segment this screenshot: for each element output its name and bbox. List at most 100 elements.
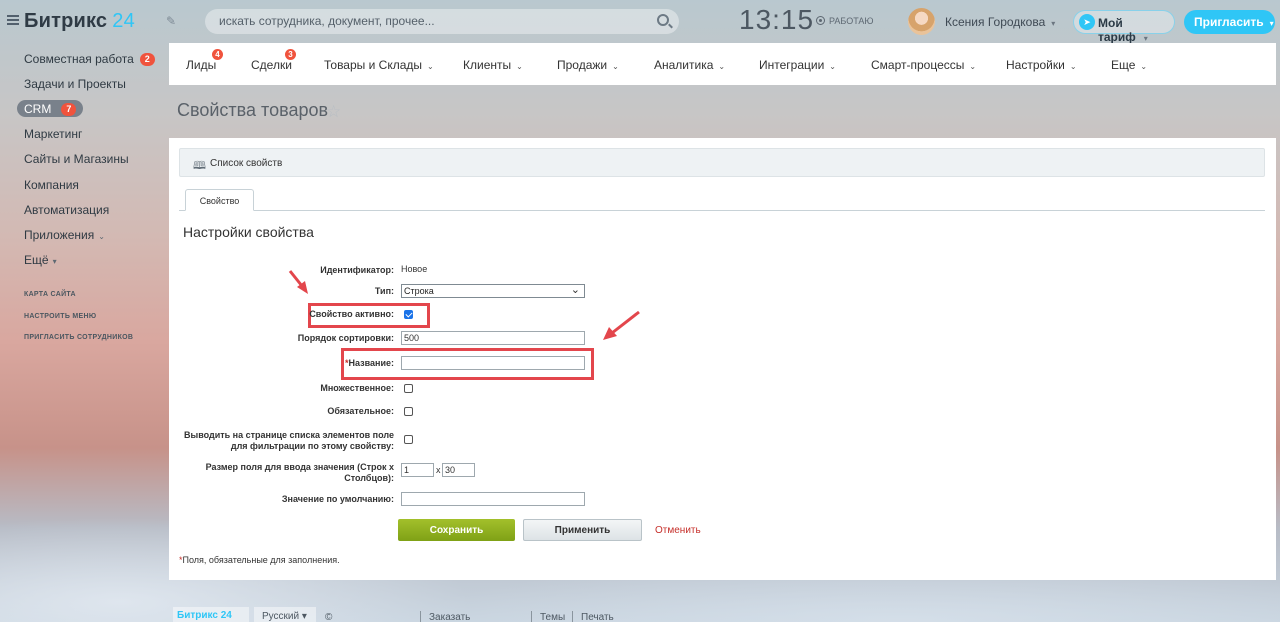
- type-label: Тип:: [374, 286, 394, 296]
- tab-integrations[interactable]: Интеграции ⌄: [759, 58, 836, 72]
- chevron-down-icon: ⌄: [1069, 62, 1077, 71]
- filter-label: Выводить на странице списка элементов по…: [184, 430, 394, 451]
- chevron-down-icon: ⌄: [612, 62, 619, 71]
- chevron-down-icon: ⌄: [570, 284, 580, 296]
- divider: [420, 611, 421, 622]
- chevron-down-icon: ⌄: [516, 62, 523, 71]
- sidebar-item-sites[interactable]: Сайты и Магазины: [24, 152, 129, 166]
- top-header: Битрикс24 ✎ 13:15 РАБОТАЮ Ксения Городко…: [0, 0, 1280, 44]
- sidebar-item-automation[interactable]: Автоматизация: [24, 203, 109, 217]
- chevron-down-icon: ▾: [1143, 34, 1148, 43]
- copyright: © «Битрикс», 2022: [325, 612, 333, 622]
- tab-sales[interactable]: Продажи ⌄: [557, 58, 619, 72]
- chevron-down-icon: ▾: [301, 611, 307, 622]
- property-list-link[interactable]: Список свойств: [210, 158, 282, 169]
- type-select[interactable]: Строка ⌄: [401, 284, 585, 298]
- rocket-icon: ➤: [1079, 14, 1095, 30]
- sort-input[interactable]: 500: [401, 331, 585, 345]
- name-input[interactable]: [401, 356, 585, 370]
- chevron-down-icon: ⌄: [969, 62, 977, 71]
- invite-button[interactable]: Пригласить ▾: [1184, 10, 1275, 34]
- sidebar-item-crm[interactable]: CRM 7: [17, 100, 84, 117]
- apply-button[interactable]: Применить: [523, 519, 642, 541]
- avatar[interactable]: [908, 8, 935, 35]
- chevron-down-icon: ▾: [52, 257, 57, 266]
- tab-leads[interactable]: Лиды 4: [186, 49, 223, 72]
- tab-property[interactable]: Свойство: [185, 189, 254, 211]
- pencil-icon[interactable]: ✎: [166, 14, 176, 28]
- search-box[interactable]: [205, 9, 679, 34]
- save-button[interactable]: Сохранить: [398, 519, 515, 541]
- clock[interactable]: 13:15: [739, 4, 814, 36]
- sidebar-item-more[interactable]: Ещё ▾: [24, 253, 57, 267]
- size-label: Размер поля для ввода значения (Строк хС…: [205, 462, 394, 483]
- tab-strip: [179, 210, 1265, 211]
- counter-badge: 7: [61, 103, 77, 116]
- footer-link-print[interactable]: Печать: [581, 612, 614, 622]
- book-icon: 🕮: [193, 160, 206, 172]
- tab-settings[interactable]: Настройки ⌄: [1006, 58, 1077, 72]
- page-title: Свойства товаров: [177, 100, 329, 120]
- active-label: Свойство активно:: [309, 309, 394, 319]
- default-value-input[interactable]: [401, 492, 585, 506]
- counter-badge: 4: [212, 49, 223, 60]
- required-note: *Поля, обязательные для заполнения.: [179, 555, 340, 565]
- chevron-down-icon: ⌄: [718, 62, 726, 71]
- chevron-down-icon: ⌄: [829, 62, 836, 71]
- sidebar-item-marketing[interactable]: Маркетинг: [24, 127, 82, 141]
- sidebar-item-company[interactable]: Компания: [24, 178, 79, 192]
- tab-deals[interactable]: Сделки 3: [251, 49, 296, 72]
- chevron-down-icon: ⌄: [427, 62, 434, 71]
- identifier-value: Новое: [401, 264, 428, 274]
- tab-more[interactable]: Еще ⌄: [1111, 58, 1147, 72]
- language-select[interactable]: Русский ▾: [254, 607, 316, 622]
- filter-checkbox[interactable]: [404, 435, 413, 444]
- rows-input[interactable]: 1: [401, 463, 434, 477]
- name-label: *Название:: [345, 358, 394, 368]
- chevron-down-icon: ⌄: [1140, 62, 1148, 71]
- menu-icon[interactable]: [7, 15, 19, 25]
- context-toolbar: 🕮 Список свойств: [179, 148, 1265, 177]
- work-status[interactable]: РАБОТАЮ: [816, 15, 874, 26]
- search-input[interactable]: [219, 14, 639, 28]
- counter-badge: 2: [139, 53, 155, 66]
- sidebar-item-tasks[interactable]: Задачи и Проекты: [24, 77, 126, 91]
- logo[interactable]: Битрикс 24: [24, 10, 135, 33]
- tariff-button[interactable]: ➤ Мой тариф ▾: [1073, 10, 1175, 44]
- configure-menu-link[interactable]: НАСТРОИТЬ МЕНЮ: [24, 313, 96, 320]
- divider: [531, 611, 532, 622]
- active-checkbox[interactable]: [404, 310, 413, 319]
- sidebar-item-apps[interactable]: Приложения ⌄: [24, 228, 105, 242]
- tab-smart-processes[interactable]: Смарт-процессы ⌄: [871, 58, 976, 72]
- required-checkbox[interactable]: [404, 407, 413, 416]
- tab-products[interactable]: Товары и Склады ⌄: [324, 58, 434, 72]
- required-label: Обязательное:: [327, 406, 394, 416]
- tab-analytics[interactable]: Аналитика ⌄: [654, 58, 725, 72]
- chevron-down-icon: ▾: [1269, 19, 1274, 28]
- chevron-down-icon: ⌄: [98, 232, 105, 241]
- crm-menu: Лиды 4 Сделки 3 Товары и Склады ⌄ Клиенты ⌄ …: [169, 43, 1276, 85]
- tab-clients[interactable]: Клиенты ⌄: [463, 58, 523, 72]
- search-icon[interactable]: [657, 14, 669, 26]
- main-content: 🕮 Список свойств Свойство Настройки свой…: [169, 138, 1276, 580]
- sidebar-item-collaboration[interactable]: Совместная работа 2: [24, 52, 155, 67]
- cancel-link[interactable]: Отменить: [655, 525, 701, 536]
- footer-link-themes[interactable]: Темы: [540, 612, 565, 622]
- user-menu[interactable]: Ксения Городкова ▾: [945, 15, 1055, 29]
- status-icon: [816, 16, 825, 25]
- sort-label: Порядок сортировки:: [297, 333, 394, 343]
- default-value-label: Значение по умолчанию:: [281, 494, 394, 504]
- multiple-checkbox[interactable]: [404, 384, 413, 393]
- cols-input[interactable]: 30: [442, 463, 475, 477]
- footer-link-implementation[interactable]: Заказать внедрение: [429, 612, 479, 622]
- divider: [572, 611, 573, 622]
- footer-logo[interactable]: Битрикс 24: [173, 607, 249, 622]
- section-title: Настройки свойства: [183, 224, 314, 240]
- chevron-down-icon: ▾: [1051, 19, 1056, 28]
- star-icon[interactable]: ☆: [326, 102, 341, 122]
- identifier-label: Идентификатор:: [320, 265, 394, 275]
- sitemap-link[interactable]: КАРТА САЙТА: [24, 291, 76, 298]
- multiple-label: Множественное:: [320, 383, 394, 393]
- counter-badge: 3: [285, 49, 296, 60]
- invite-employees-link[interactable]: ПРИГЛАСИТЬ СОТРУДНИКОВ: [24, 334, 133, 341]
